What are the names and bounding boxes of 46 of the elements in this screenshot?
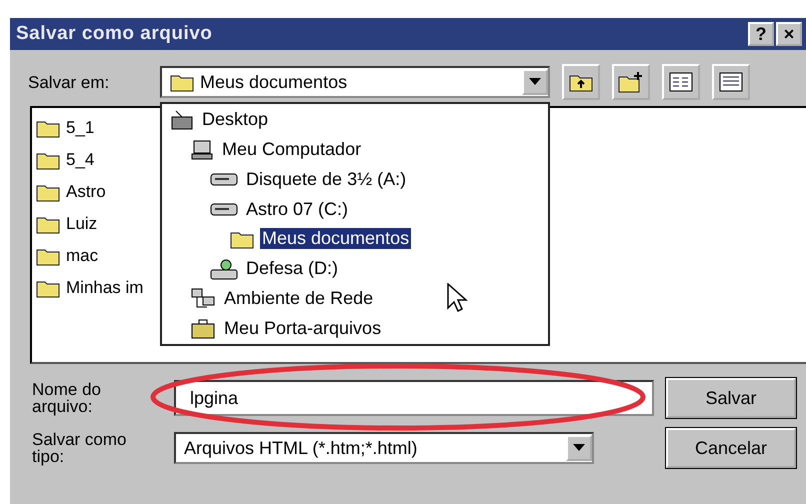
cancel-button[interactable]: Cancelar [666,428,796,468]
new-folder-icon [618,71,644,93]
list-view-icon [669,72,693,92]
file-type-value: Arquivos HTML (*.htm;*.html) [184,438,418,458]
up-folder-button[interactable] [562,64,600,100]
pointer-icon [447,283,469,313]
location-item[interactable]: Meu Porta-arquivos [222,318,384,339]
details-view-icon [719,72,743,92]
file-name-label: Nome do arquivo: [32,381,102,415]
location-item[interactable]: Meu Computador [220,139,364,160]
location-item[interactable]: Astro 07 (C:) [244,198,350,220]
file-item[interactable]: 5_1 [66,118,94,138]
drive-icon [210,171,238,188]
file-type-label: Salvar como tipo: [32,431,128,465]
drive-icon [210,201,238,218]
file-item[interactable]: mac [66,246,98,266]
network-icon [190,287,216,310]
file-item[interactable]: Luiz [66,214,98,234]
dropdown-arrow-button[interactable] [522,69,548,95]
close-button[interactable]: × [776,22,802,46]
new-folder-button[interactable] [612,64,650,100]
caret-icon [529,78,541,86]
details-view-button[interactable] [712,64,750,100]
location-item[interactable]: Disquete de 3½ (A:) [244,168,408,190]
save-in-dropdown[interactable]: Meus documentos [160,66,550,98]
computer-icon [190,138,214,161]
save-in-label: Salvar em: [28,74,110,90]
dropdown-arrow-button[interactable] [566,435,592,461]
location-item[interactable]: Defesa (D:) [244,258,340,280]
file-type-dropdown[interactable]: Arquivos HTML (*.htm;*.html) [174,432,594,464]
save-button[interactable]: Salvar [666,378,796,418]
caret-icon [573,444,585,452]
cd-drive-icon [210,258,238,280]
location-item[interactable]: Desktop [200,109,270,130]
help-button[interactable]: ? [748,22,774,46]
desktop-icon [170,108,194,131]
window-title: Salvar como arquivo [16,23,214,45]
file-item[interactable]: Minhas im [66,278,144,298]
briefcase-icon [190,317,216,340]
file-item[interactable]: Astro [66,182,106,202]
list-view-button[interactable] [662,64,700,100]
save-in-value: Meus documentos [200,72,348,92]
location-item[interactable]: Ambiente de Rede [222,288,376,309]
file-name-field[interactable]: lpgina [174,380,654,416]
file-item[interactable]: 5_4 [66,150,94,170]
location-item[interactable]: Meus documentos [260,228,412,250]
